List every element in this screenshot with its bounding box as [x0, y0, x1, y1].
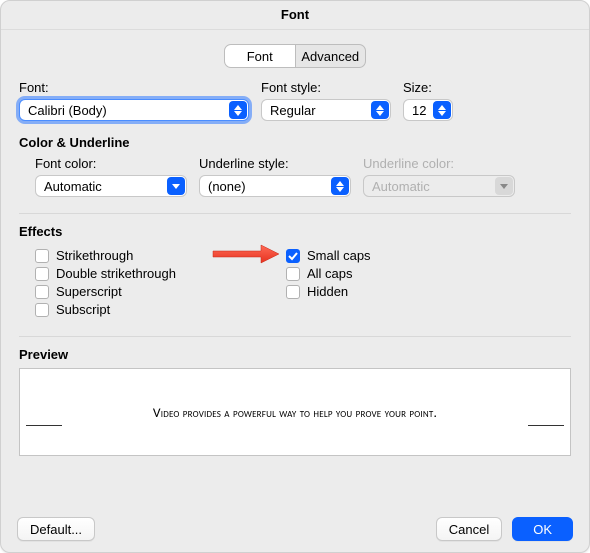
checkbox-icon — [35, 285, 49, 299]
ok-button[interactable]: OK — [512, 517, 573, 541]
font-color-value: Automatic — [44, 179, 102, 194]
underline-color-value: Automatic — [372, 179, 430, 194]
checkbox-all-caps[interactable]: All caps — [286, 266, 371, 281]
checkbox-small-caps[interactable]: Small caps — [286, 248, 371, 263]
checkbox-hidden[interactable]: Hidden — [286, 284, 371, 299]
font-style-value: Regular — [270, 103, 316, 118]
underline-style-select[interactable]: (none) — [199, 175, 351, 197]
annotation-arrow-icon — [211, 243, 281, 265]
dropdown-icon — [331, 177, 349, 195]
label-font: Font: — [19, 80, 249, 95]
checkbox-icon — [35, 267, 49, 281]
divider — [19, 336, 571, 337]
label-size: Size: — [403, 80, 453, 95]
font-dialog: Font Font Advanced Font: Calibri (Body) … — [0, 0, 590, 553]
font-color-select[interactable]: Automatic — [35, 175, 187, 197]
button-label: Default... — [30, 522, 82, 537]
dropdown-icon — [167, 177, 185, 195]
checkbox-icon — [286, 267, 300, 281]
tab-font-label: Font — [247, 49, 273, 64]
preview-box: Video provides a powerful way to help yo… — [19, 368, 571, 456]
section-preview: Preview — [19, 347, 571, 362]
underline-color-select: Automatic — [363, 175, 515, 197]
checkbox-subscript[interactable]: Subscript — [35, 302, 176, 317]
effects-group: Strikethrough Double strikethrough Super… — [19, 245, 571, 320]
preview-text: Video provides a powerful way to help yo… — [153, 404, 437, 421]
tab-group: Font Advanced — [224, 44, 366, 68]
size-value: 12 — [412, 103, 426, 118]
font-style-select[interactable]: Regular — [261, 99, 391, 121]
size-select[interactable]: 12 — [403, 99, 453, 121]
tab-advanced-label: Advanced — [301, 49, 359, 64]
font-select-value: Calibri (Body) — [28, 103, 107, 118]
checkbox-label: Double strikethrough — [56, 266, 176, 281]
checkbox-strikethrough[interactable]: Strikethrough — [35, 248, 176, 263]
button-label: OK — [533, 522, 552, 537]
baseline-marker — [26, 425, 62, 426]
tab-font[interactable]: Font — [225, 45, 296, 67]
section-color-underline: Color & Underline — [19, 135, 571, 150]
checkbox-icon — [286, 285, 300, 299]
tab-advanced[interactable]: Advanced — [296, 45, 366, 67]
dialog-footer: Default... Cancel OK — [1, 506, 589, 552]
checkbox-label: Superscript — [56, 284, 122, 299]
checkbox-double-strikethrough[interactable]: Double strikethrough — [35, 266, 176, 281]
checkbox-icon — [35, 303, 49, 317]
checkbox-icon — [286, 249, 300, 263]
dropdown-icon — [229, 101, 247, 119]
checkbox-label: Hidden — [307, 284, 348, 299]
dropdown-icon — [371, 101, 389, 119]
dropdown-icon — [495, 177, 513, 195]
font-select[interactable]: Calibri (Body) — [19, 99, 249, 121]
checkbox-label: All caps — [307, 266, 353, 281]
checkbox-label: Subscript — [56, 302, 110, 317]
dialog-title: Font — [1, 1, 589, 30]
label-underline-style: Underline style: — [199, 156, 351, 171]
cancel-button[interactable]: Cancel — [436, 517, 502, 541]
label-underline-color: Underline color: — [363, 156, 515, 171]
checkbox-label: Strikethrough — [56, 248, 133, 263]
label-font-style: Font style: — [261, 80, 391, 95]
button-label: Cancel — [449, 522, 489, 537]
divider — [19, 213, 571, 214]
checkbox-superscript[interactable]: Superscript — [35, 284, 176, 299]
label-font-color: Font color: — [35, 156, 187, 171]
checkbox-label: Small caps — [307, 248, 371, 263]
default-button[interactable]: Default... — [17, 517, 95, 541]
section-effects: Effects — [19, 224, 571, 239]
checkbox-icon — [35, 249, 49, 263]
baseline-marker — [528, 425, 564, 426]
dropdown-icon — [433, 101, 451, 119]
underline-style-value: (none) — [208, 179, 246, 194]
